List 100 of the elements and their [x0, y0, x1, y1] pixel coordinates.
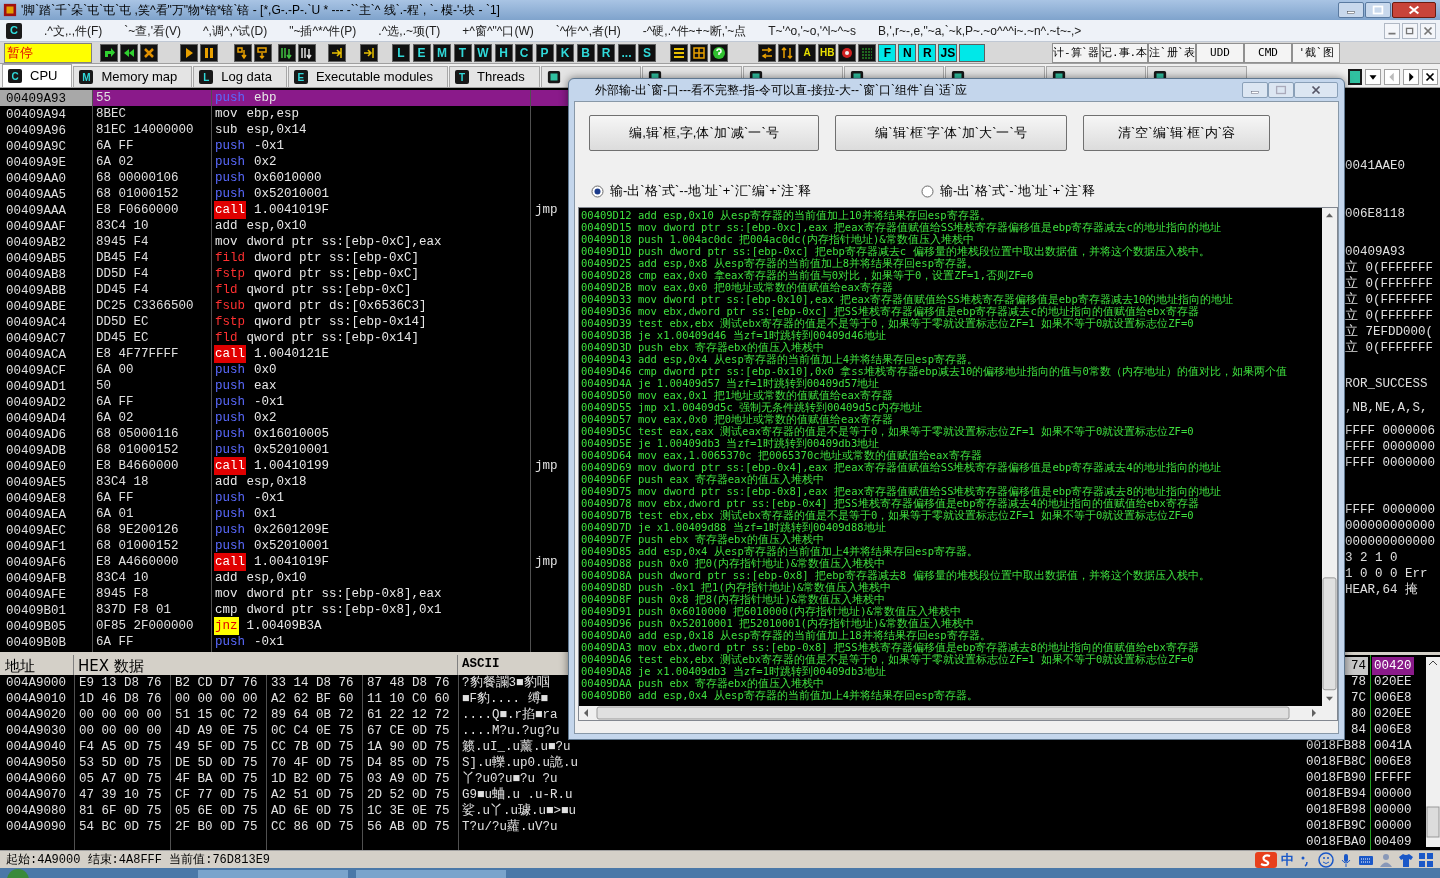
address-cell-text: 004A9070 [5, 786, 67, 804]
operand: 0x2 [254, 153, 277, 171]
column-header: 地址 [0, 655, 74, 675]
address-cell-text: 84 [1350, 721, 1367, 739]
address-cell-text: 004A9080 [5, 802, 67, 820]
hex-cell-text: 1C 3E 0E 75 [366, 802, 451, 820]
operand: qword ptr ss:[ebp-0x14] [246, 329, 420, 347]
address-cell-text: 00409A9C [5, 139, 67, 154]
comment-cell-text: jmp [534, 457, 558, 475]
mnemonic: cmp [214, 601, 239, 619]
operand: qword ptr ds:[0x6536C3] [254, 297, 427, 315]
register-value: 立 0(FFFFFFF [1345, 308, 1434, 324]
operand: qword ptr ss:[ebp-0x14] [254, 313, 427, 331]
operand: dword ptr ss:[ebp-0x8],0x1 [246, 601, 442, 619]
output-line: 00409DA6 test ebx,ebx 测试ebx寄存器的值是不是等于0，如果等于零就设置标志位ZF=1 如果不等于0就设置标志位ZF=0 [581, 653, 1195, 665]
operand: -0x1 [254, 393, 285, 411]
address-cell-text: 00409AAF [5, 219, 67, 234]
hex-cell-text: D4 85 0D 75 [366, 754, 451, 772]
register-value: ,NB,NE,A,S, [1345, 400, 1429, 416]
output-line: 00409D2B mov eax,0x0 把0地址或常数的值赋值给eax寄存器 [581, 281, 895, 293]
hex-cell-text: CC 7B 0D 75 [270, 738, 355, 756]
operand: dword ptr ss:[ebp-0xC] [254, 249, 420, 267]
output-line: 00409D78 mov ebx,dword ptr ss:[ebp-0x4] 把SS堆栈寄存器偏移值是ebp寄存器减去4的地址指向的值赋值给ebx寄存器 [581, 497, 1200, 509]
address-cell-text: 0018FB8C [1305, 753, 1367, 771]
address-cell-text: 00409AE0 [5, 459, 67, 474]
mnemonic: push [214, 377, 246, 395]
hex-cell-text: DC25 C3366500 [95, 297, 195, 315]
output-line: 00409D57 mov eax,0x0 把0地址或常数的值赋值给eax寄存器 [581, 413, 895, 425]
register-value: 3 2 1 0 [1345, 550, 1399, 566]
pause-status: 暂停 [4, 42, 92, 63]
hex-cell-text: 8945 F4 [95, 233, 150, 251]
app-badge: C [6, 22, 22, 39]
operand: -0x1 [254, 489, 285, 507]
mnemonic: push [214, 361, 246, 379]
hex-cell-text: E8 A4660000 [95, 553, 180, 571]
register-value: 006E8118 [1345, 206, 1406, 222]
hex-cell-text: 68 9E200126 [95, 521, 180, 539]
operand: 1.0040121E [254, 345, 330, 363]
address-cell-text: 00409A96 [5, 123, 67, 138]
register-value: 立 0(FFFFFFF [1345, 292, 1434, 308]
address-cell-text: 0018FB98 [1305, 801, 1367, 819]
hex-cell-text: 6A 02 [95, 409, 135, 427]
operand: 1.00410199 [254, 457, 330, 475]
mnemonic: call [214, 200, 246, 220]
output-line: 00409D46 cmp dword ptr ss:[ebp-0x10],0x0 拿ss堆栈寄存器ebp减去10的偏移地址指向的值与0常数（内存地址）的值对比，如果两个值 [581, 365, 1288, 377]
hex-cell-text: 53 5D 0D 75 [78, 754, 163, 772]
output-line: 00409D7B test ebx,ebx 测试ebx寄存器的值是不是等于0，如果等于零就设置标志位ZF=1 如果不等于0就设置标志位ZF=0 [581, 509, 1195, 521]
mnemonic: push [214, 153, 246, 171]
comment-cell-text: jmp [534, 201, 558, 219]
output-line: 00409D85 add esp,0x4 从esp寄存器的当前值加上4并将结果存回esp寄存器。 [581, 545, 979, 557]
operand: 0x52010001 [254, 537, 330, 555]
dialog-title: 外部输-出`窗-口---看不完整-指-令可以直-接拉-大--`窗`口`组件`自`适`应 [595, 82, 967, 99]
address-cell-text: 004A9040 [5, 738, 67, 756]
hex-cell-text: DE 5D 0D 75 [174, 754, 259, 772]
hex-cell-text: 00 00 00 00 [174, 690, 259, 708]
address-cell-text: 00409ACA [5, 347, 67, 362]
mnemonic: fld [214, 281, 239, 299]
value-cell-text: 006E8 [1373, 753, 1413, 771]
mnemonic: push [214, 537, 246, 555]
address-cell-text: 004A9000 [5, 674, 67, 692]
value-cell-text: 00000 [1373, 801, 1413, 819]
output-line: 00409D6F push eax 寄存器eax的值压入堆栈中 [581, 473, 824, 485]
mnemonic: fsub [214, 297, 246, 315]
output-line: 00409DA0 add esp,0x18 从esp寄存器的当前值加上18并将结果存回esp寄存器。 [581, 629, 991, 641]
output-line: 00409D96 push 0x52010001 把52010001(内存指针地址)&常数值压入堆栈中 [581, 617, 975, 629]
output-line: 00409D36 mov ebx,dword ptr ss:[ebp-0xc] 把SS堆栈寄存器偏移值是ebp寄存器减去c的地址指向的值赋值给ebx寄存器 [581, 305, 1200, 317]
hex-cell-text: 55 [95, 89, 112, 107]
window-title: '脚`踏`千`朵`屯`屯`屯 ,笑^看"万"物*锫*锫`锫 - [*,G-.-P-.`U * --- -``主`^ 线`.-程`, `- 模-'-块 - `1] [21, 2, 500, 19]
register-value: FFFF 0000000 [1345, 455, 1436, 471]
address-cell-text: 00409AC7 [5, 331, 67, 346]
hex-cell-text: 68 01000152 [95, 537, 180, 555]
output-line: 00409D4A je 1.00409d57 当zf=1时跳转到00409d57地址 [581, 377, 881, 389]
address-cell-text: 00409AB8 [5, 267, 67, 282]
ascii-cell-text: ....M?u.?ug?u [461, 722, 560, 739]
output-line: 00409D64 mov eax,1.0065370c 把0065370c地址或常数的值赋值给eax寄存器 [581, 449, 983, 461]
mnemonic: fstp [214, 265, 246, 283]
address-cell-text: 00409AD1 [5, 379, 67, 394]
address-cell-text: 00409AB2 [5, 235, 67, 250]
hex-cell-text: 70 4F 0D 75 [270, 754, 355, 772]
hex-cell-text: 51 15 0C 72 [174, 706, 259, 724]
mnemonic: call [214, 552, 246, 572]
value-cell-text: 00000 [1373, 785, 1413, 803]
operand: 0x52010001 [254, 185, 330, 203]
mnemonic: fstp [214, 313, 246, 331]
mnemonic: add [214, 217, 239, 235]
register-value: ROR_SUCCESS [1345, 376, 1429, 392]
output-line: 00409D8A push dword ptr ss:[ebp-0x8] 把ebp寄存器减去8 偏移量的堆栈段位置中取出数据值，并将这个数据压入栈中。 [581, 569, 1211, 581]
output-line: 00409D7F push ebx 寄存器ebx的值压入堆栈中 [581, 533, 825, 545]
hex-cell-text: 4D A9 0E 75 [174, 722, 259, 740]
address-cell-text: 00409AF1 [5, 539, 67, 554]
hex-cell-text: 837D F8 01 [95, 601, 172, 619]
hex-cell-text: 61 22 12 72 [366, 706, 451, 724]
operand: ebp,esp [246, 105, 300, 123]
value-cell-text: 0041A [1373, 737, 1413, 755]
register-value: 立 7EFDD000( [1345, 324, 1434, 340]
hex-cell-text: 8945 F8 [95, 585, 150, 603]
register-value: 0041AAE0 [1345, 158, 1406, 174]
operand: 0x2 [254, 409, 277, 427]
register-value: FFFF 0000000 [1345, 502, 1436, 518]
ascii-cell-text: T?u/?u蘿.uV?u [461, 818, 558, 836]
